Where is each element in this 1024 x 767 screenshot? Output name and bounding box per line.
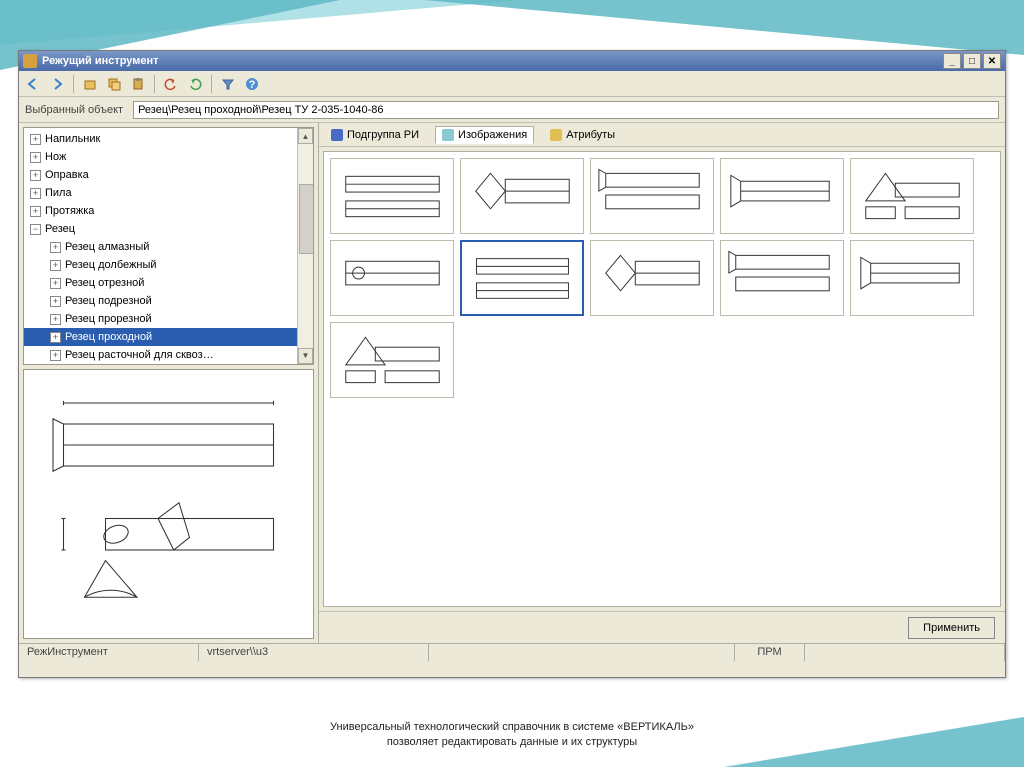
minimize-button[interactable]: _ bbox=[943, 53, 961, 69]
thumbnail[interactable] bbox=[850, 240, 974, 316]
thumbnail[interactable] bbox=[460, 158, 584, 234]
tree-item-label: Резец bbox=[45, 223, 75, 235]
tab-icon bbox=[442, 129, 454, 141]
tree-item[interactable]: + Напильник bbox=[24, 130, 313, 148]
toolbar: ? bbox=[19, 71, 1005, 97]
expand-icon[interactable]: + bbox=[30, 206, 41, 217]
path-bar: Выбранный объект bbox=[19, 97, 1005, 123]
status-source: РежИнструмент bbox=[19, 644, 199, 661]
app-icon bbox=[23, 54, 37, 68]
tree-item[interactable]: + Резец долбежный bbox=[24, 256, 313, 274]
thumbnail[interactable] bbox=[460, 240, 584, 316]
expand-icon[interactable]: + bbox=[30, 170, 41, 181]
collapse-icon[interactable]: − bbox=[30, 224, 41, 235]
svg-text:?: ? bbox=[249, 79, 256, 91]
tab-yel[interactable]: Атрибуты bbox=[544, 127, 621, 143]
tree-item-label: Пила bbox=[45, 187, 72, 199]
expand-icon[interactable]: + bbox=[30, 188, 41, 199]
expand-icon[interactable]: + bbox=[50, 332, 61, 343]
tree-item[interactable]: + Нож bbox=[24, 148, 313, 166]
app-window: Режущий инструмент _ □ ✕ bbox=[18, 50, 1006, 678]
filter-button[interactable] bbox=[218, 74, 238, 94]
copy-button[interactable] bbox=[104, 74, 124, 94]
tree-item-label: Напильник bbox=[45, 133, 100, 145]
tree-item-label: Оправка bbox=[45, 169, 89, 181]
tree-item[interactable]: + Резец алмазный bbox=[24, 238, 313, 256]
apply-button[interactable]: Применить bbox=[908, 617, 995, 639]
help-button[interactable]: ? bbox=[242, 74, 262, 94]
preview-panel bbox=[23, 369, 314, 640]
thumbnail[interactable] bbox=[590, 240, 714, 316]
tab-label: Изображения bbox=[458, 129, 527, 141]
tree-item[interactable]: + Резец проходной bbox=[24, 328, 313, 346]
tree-item-label: Нож bbox=[45, 151, 66, 163]
thumbnail[interactable] bbox=[720, 158, 844, 234]
tree-item-label: Резец расточной для сквоз… bbox=[65, 349, 214, 361]
undo-button[interactable] bbox=[161, 74, 181, 94]
tree-item[interactable]: + Резец подрезной bbox=[24, 292, 313, 310]
slide-caption: Универсальный технологический справочник… bbox=[0, 720, 1024, 749]
open-button[interactable] bbox=[80, 74, 100, 94]
expand-icon[interactable]: + bbox=[50, 350, 61, 361]
thumbnail[interactable] bbox=[330, 322, 454, 398]
tab-cyan[interactable]: Изображения bbox=[435, 126, 534, 144]
preview-drawing bbox=[32, 382, 305, 624]
tree-item[interactable]: + Пила bbox=[24, 184, 313, 202]
expand-icon[interactable]: + bbox=[50, 260, 61, 271]
redo-button[interactable] bbox=[185, 74, 205, 94]
tree-item-label: Резец прорезной bbox=[65, 313, 152, 325]
expand-icon[interactable]: + bbox=[50, 242, 61, 253]
thumbnail[interactable] bbox=[590, 158, 714, 234]
status-bar: РежИнструмент vrtserver\\u3 ПРМ bbox=[19, 643, 1005, 661]
nav-forward-button[interactable] bbox=[47, 74, 67, 94]
thumbnail[interactable] bbox=[330, 158, 454, 234]
expand-icon[interactable]: + bbox=[50, 278, 61, 289]
close-button[interactable]: ✕ bbox=[983, 53, 1001, 69]
tree-item-label: Резец алмазный bbox=[65, 241, 149, 253]
tab-icon bbox=[550, 129, 562, 141]
tab-label: Подгруппа РИ bbox=[347, 129, 419, 141]
tree-item-label: Резец проходной bbox=[65, 331, 152, 343]
right-tabs: Подгруппа РИ Изображения Атрибуты bbox=[319, 123, 1005, 147]
tree-item[interactable]: + Протяжка bbox=[24, 202, 313, 220]
expand-icon[interactable]: + bbox=[30, 152, 41, 163]
tree-item-label: Резец отрезной bbox=[65, 277, 144, 289]
thumbnail[interactable] bbox=[720, 240, 844, 316]
paste-button[interactable] bbox=[128, 74, 148, 94]
tree-item[interactable]: + Резец прорезной bbox=[24, 310, 313, 328]
tab-label: Атрибуты bbox=[566, 129, 615, 141]
tree-scrollbar[interactable]: ▲▼ bbox=[297, 128, 313, 364]
thumbnail[interactable] bbox=[330, 240, 454, 316]
tree-item[interactable]: + Резец расточной для сквоз… bbox=[24, 346, 313, 364]
path-label: Выбранный объект bbox=[25, 104, 123, 116]
tree-item-label: Резец подрезной bbox=[65, 295, 152, 307]
thumbnail[interactable] bbox=[850, 158, 974, 234]
maximize-button[interactable]: □ bbox=[963, 53, 981, 69]
status-server: vrtserver\\u3 bbox=[199, 644, 429, 661]
window-title: Режущий инструмент bbox=[42, 55, 159, 67]
tab-blue[interactable]: Подгруппа РИ bbox=[325, 127, 425, 143]
status-mode: ПРМ bbox=[735, 644, 805, 661]
tab-icon bbox=[331, 129, 343, 141]
nav-back-button[interactable] bbox=[23, 74, 43, 94]
tree-panel: +Напильник+Нож+Оправка+Пила+Протяжка−Рез… bbox=[23, 127, 314, 365]
tree-item-label: Протяжка bbox=[45, 205, 94, 217]
tree-item[interactable]: + Резец отрезной bbox=[24, 274, 313, 292]
expand-icon[interactable]: + bbox=[50, 314, 61, 325]
expand-icon[interactable]: + bbox=[50, 296, 61, 307]
thumbnail-grid bbox=[323, 151, 1001, 607]
titlebar: Режущий инструмент _ □ ✕ bbox=[19, 51, 1005, 71]
tree-item-label: Резец долбежный bbox=[65, 259, 157, 271]
tree-item[interactable]: + Оправка bbox=[24, 166, 313, 184]
expand-icon[interactable]: + bbox=[30, 134, 41, 145]
path-input[interactable] bbox=[133, 101, 999, 119]
tree-item[interactable]: −Резец bbox=[24, 220, 313, 238]
